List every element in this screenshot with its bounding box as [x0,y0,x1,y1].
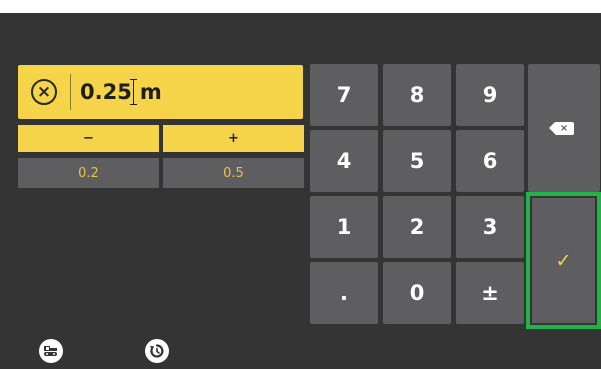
backspace-icon: × [548,121,574,135]
text-caret [129,79,137,105]
clear-circle-icon: × [31,79,57,105]
value-number: 0.25 [80,80,132,104]
key-plus-minus[interactable]: ± [456,262,524,324]
field-divider [70,74,71,110]
increment-button[interactable]: + [163,125,304,152]
reset-icon[interactable] [145,339,169,363]
key-4[interactable]: 4 [310,130,378,192]
excavator-icon[interactable] [39,339,63,363]
key-decimal[interactable]: . [310,262,378,324]
value-input-field[interactable]: × 0.25 m [18,65,303,119]
confirm-button[interactable]: ✓ [526,192,601,329]
key-6[interactable]: 6 [456,130,524,192]
reset-glyph [150,344,164,358]
backspace-glyph: × [559,122,569,134]
value-unit: m [139,80,162,104]
key-2[interactable]: 2 [383,196,451,258]
decrement-button[interactable]: − [18,125,159,152]
excavator-glyph [44,346,57,356]
key-8[interactable]: 8 [383,64,451,126]
clear-glyph: × [36,81,52,102]
key-7[interactable]: 7 [310,64,378,126]
clear-button[interactable]: × [18,65,70,119]
backspace-button[interactable]: × [528,64,600,192]
checkmark-icon: ✓ [532,198,595,323]
key-5[interactable]: 5 [383,130,451,192]
value-display: 0.25 m [80,65,162,119]
preset-button-2[interactable]: 0.5 [163,158,304,188]
key-3[interactable]: 3 [456,196,524,258]
top-bar [0,0,601,13]
key-0[interactable]: 0 [383,262,451,324]
preset-button-1[interactable]: 0.2 [18,158,159,188]
key-9[interactable]: 9 [456,64,524,126]
key-1[interactable]: 1 [310,196,378,258]
